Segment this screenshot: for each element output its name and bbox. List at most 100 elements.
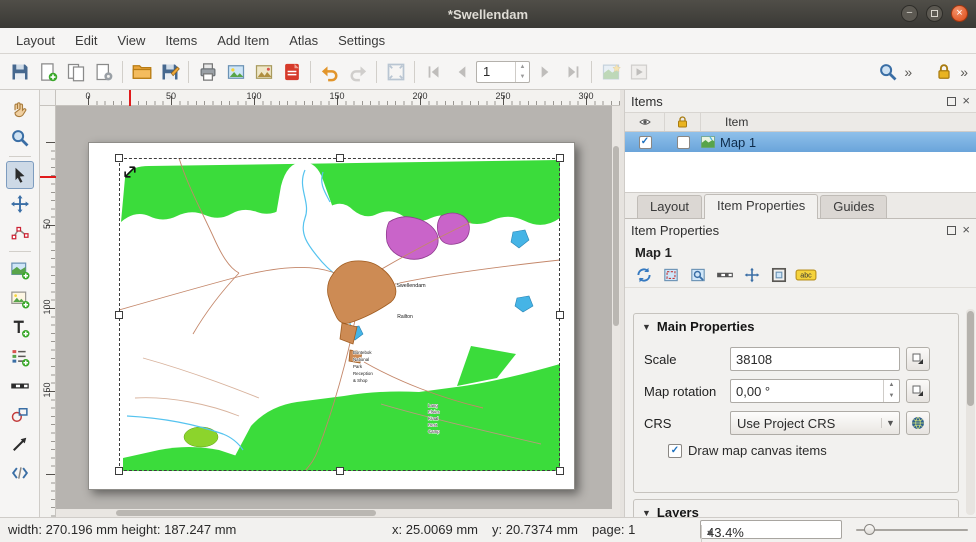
lock-panels-button[interactable] xyxy=(930,58,957,85)
pan-tool-button[interactable] xyxy=(6,95,34,123)
edit-nodes-tool-button[interactable] xyxy=(6,219,34,247)
scrollbar-thumb[interactable] xyxy=(967,311,974,406)
save-as-template-button[interactable] xyxy=(156,58,183,85)
close-panel-button[interactable]: × xyxy=(962,225,970,235)
atlas-settings-button[interactable] xyxy=(597,58,624,85)
canvas-horizontal-scrollbar[interactable] xyxy=(56,509,612,517)
new-layout-button[interactable] xyxy=(34,58,61,85)
scrollbar-thumb[interactable] xyxy=(613,146,619,326)
resize-handle-w[interactable] xyxy=(115,311,123,319)
zoom-slider-thumb[interactable] xyxy=(864,524,875,535)
next-page-button[interactable] xyxy=(531,58,558,85)
preview-atlas-button[interactable] xyxy=(625,58,652,85)
add-scalebar-button[interactable] xyxy=(6,372,34,400)
first-page-button[interactable] xyxy=(420,58,447,85)
zoom-full-button[interactable] xyxy=(382,58,409,85)
zoom-tool-button[interactable] xyxy=(6,124,34,152)
previous-page-button[interactable] xyxy=(448,58,475,85)
vertical-ruler[interactable]: 50 100 150 xyxy=(40,106,56,517)
resize-handle-e[interactable] xyxy=(556,311,564,319)
undo-button[interactable] xyxy=(316,58,343,85)
save-project-button[interactable] xyxy=(6,58,33,85)
menu-item-atlas[interactable]: Atlas xyxy=(279,29,328,52)
properties-scroll-area[interactable]: ▼ Main Properties Scale 38108 Map rotati… xyxy=(625,307,976,517)
set-scale-button[interactable] xyxy=(714,264,736,286)
panels-overflow-button[interactable]: » xyxy=(958,64,970,80)
duplicate-layout-button[interactable] xyxy=(62,58,89,85)
menu-item-settings[interactable]: Settings xyxy=(328,29,395,52)
resize-handle-s[interactable] xyxy=(336,467,344,475)
resize-handle-n[interactable] xyxy=(336,154,344,162)
scale-input[interactable]: 38108 xyxy=(730,347,900,371)
layout-page[interactable]: Swellendam Railton Bontebok National Par… xyxy=(88,142,575,490)
menu-item-edit[interactable]: Edit xyxy=(65,29,107,52)
float-panel-button[interactable] xyxy=(947,226,956,235)
zoom-slider[interactable] xyxy=(856,518,968,541)
layers-header[interactable]: ▼ Layers xyxy=(634,500,958,517)
resize-handle-ne[interactable] xyxy=(556,154,564,162)
spin-buttons[interactable]: ▲▼ xyxy=(883,380,899,402)
main-properties-header[interactable]: ▼ Main Properties xyxy=(634,314,958,339)
rotation-override-button[interactable] xyxy=(906,379,930,403)
load-from-template-button[interactable] xyxy=(128,58,155,85)
visibility-checkbox[interactable]: ✓ xyxy=(639,136,652,149)
zoom-level-combobox[interactable]: 43.4% ▼ xyxy=(700,520,842,539)
tab-layout[interactable]: Layout xyxy=(637,195,702,218)
add-arrow-button[interactable] xyxy=(6,430,34,458)
tab-item-properties[interactable]: Item Properties xyxy=(704,194,818,219)
close-button[interactable]: × xyxy=(951,5,968,22)
menu-item-view[interactable]: View xyxy=(107,29,155,52)
resize-handle-nw[interactable] xyxy=(115,154,123,162)
scale-override-button[interactable] xyxy=(906,347,930,371)
page-number-spinbox[interactable]: 1 ▲▼ xyxy=(476,61,530,83)
close-panel-button[interactable]: × xyxy=(962,96,970,106)
resize-handle-se[interactable] xyxy=(556,467,564,475)
maximize-button[interactable] xyxy=(926,5,943,22)
map-rotation-spinbox[interactable]: 0,00 ° ▲▼ xyxy=(730,379,900,403)
menu-item-items[interactable]: Items xyxy=(155,29,207,52)
menu-item-layout[interactable]: Layout xyxy=(6,29,65,52)
map-item[interactable]: Swellendam Railton Bontebok National Par… xyxy=(119,158,560,471)
float-panel-button[interactable] xyxy=(947,97,956,106)
layout-viewport[interactable]: Swellendam Railton Bontebok National Par… xyxy=(56,106,620,517)
add-html-button[interactable] xyxy=(6,459,34,487)
canvas-vertical-scrollbar[interactable] xyxy=(612,106,620,517)
resize-handle-sw[interactable] xyxy=(115,467,123,475)
scrollbar-thumb[interactable] xyxy=(116,510,376,516)
add-shape-button[interactable] xyxy=(6,401,34,429)
properties-scrollbar[interactable] xyxy=(966,309,975,515)
export-pdf-button[interactable] xyxy=(278,58,305,85)
layout-manager-button[interactable] xyxy=(90,58,117,85)
crs-select-button[interactable] xyxy=(906,411,930,435)
tab-guides[interactable]: Guides xyxy=(820,195,887,218)
frame-settings-button[interactable] xyxy=(768,264,790,286)
move-item-content-tool-button[interactable] xyxy=(6,190,34,218)
minimize-button[interactable]: − xyxy=(901,5,918,22)
toolbar-overflow-button[interactable]: » xyxy=(902,64,914,80)
horizontal-ruler[interactable]: 0 50 100 150 200 250 300 xyxy=(56,90,620,106)
select-move-item-tool-button[interactable] xyxy=(6,161,34,189)
add-picture-button[interactable] xyxy=(6,285,34,313)
print-button[interactable] xyxy=(194,58,221,85)
redo-button[interactable] xyxy=(344,58,371,85)
zoom-toolbar-button[interactable] xyxy=(874,58,901,85)
add-label-button[interactable] xyxy=(6,314,34,342)
zoom-to-extent-button[interactable] xyxy=(687,264,709,286)
set-map-extent-button[interactable] xyxy=(660,264,682,286)
items-list[interactable]: ✓ Map 1 xyxy=(625,132,976,193)
last-page-button[interactable] xyxy=(559,58,586,85)
show-labels-button[interactable]: abc xyxy=(795,264,817,286)
add-legend-button[interactable] xyxy=(6,343,34,371)
layout-canvas[interactable]: 0 50 100 150 200 250 300 50 100 150 xyxy=(40,90,620,517)
draw-canvas-items-checkbox[interactable]: ✓ xyxy=(668,444,682,458)
item-row-map1[interactable]: ✓ Map 1 xyxy=(625,132,976,152)
export-image-button[interactable] xyxy=(222,58,249,85)
lock-checkbox[interactable] xyxy=(677,136,690,149)
export-svg-button[interactable] xyxy=(250,58,277,85)
refresh-map-button[interactable] xyxy=(633,264,655,286)
add-map-button[interactable] xyxy=(6,256,34,284)
page-spin-arrows[interactable]: ▲▼ xyxy=(515,62,529,82)
menu-item-add-item[interactable]: Add Item xyxy=(207,29,279,52)
move-map-content-button[interactable] xyxy=(741,264,763,286)
crs-dropdown[interactable]: Use Project CRS ▼ xyxy=(730,411,900,435)
